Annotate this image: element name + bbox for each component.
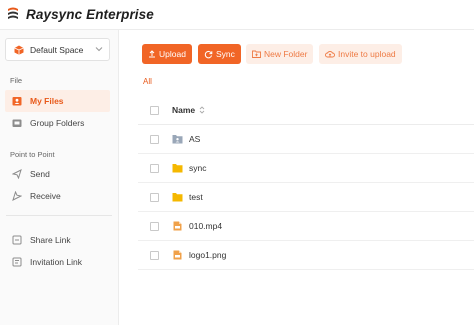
app-title: Raysync Enterprise — [26, 6, 154, 22]
cloud-upload-icon — [325, 51, 335, 58]
row-checkbox[interactable] — [150, 192, 159, 202]
table-row[interactable]: test — [138, 183, 474, 212]
file-name: sync — [189, 163, 207, 173]
row-checkbox[interactable] — [150, 163, 159, 173]
sidebar-item-label: Group Folders — [30, 118, 85, 128]
file-name: AS — [189, 134, 201, 144]
row-checkbox[interactable] — [150, 250, 159, 260]
new-folder-icon — [252, 50, 261, 58]
upload-button-label: Upload — [159, 49, 186, 59]
space-selector[interactable]: Default Space — [5, 38, 110, 61]
sidebar-item-my-files[interactable]: My Files — [5, 90, 110, 112]
file-name-cell[interactable]: 010.mp4 — [172, 221, 222, 231]
file-name-cell[interactable]: AS — [172, 134, 200, 144]
folder-icon — [172, 193, 183, 202]
section-label-file: File — [10, 76, 23, 85]
table-row[interactable]: logo1.png — [138, 241, 474, 270]
file-icon — [173, 221, 182, 231]
group-folder-icon — [12, 119, 22, 127]
sidebar-item-invitation-link[interactable]: Invitation Link — [5, 251, 110, 273]
table-row[interactable]: sync — [138, 154, 474, 183]
sync-button-label: Sync — [216, 49, 235, 59]
file-icon — [173, 250, 182, 260]
select-all-checkbox[interactable] — [150, 105, 159, 115]
file-name: 010.mp4 — [189, 221, 223, 231]
chevron-down-icon — [95, 47, 103, 52]
file-name-cell[interactable]: test — [172, 192, 203, 202]
row-checkbox[interactable] — [150, 221, 159, 231]
app-logo[interactable]: Raysync Enterprise — [6, 6, 154, 22]
invite-to-upload-button[interactable]: Invite to upload — [319, 44, 402, 64]
section-label-point-to-point: Point to Point — [10, 150, 55, 159]
upload-button[interactable]: Upload — [142, 44, 192, 64]
app-header: Raysync Enterprise — [0, 0, 474, 30]
sidebar-item-label: Invitation Link — [30, 257, 82, 267]
send-icon — [12, 169, 22, 179]
table-row[interactable]: AS — [138, 125, 474, 154]
table-row[interactable]: 010.mp4 — [138, 212, 474, 241]
sidebar-item-label: Send — [30, 169, 50, 179]
row-checkbox[interactable] — [150, 134, 159, 144]
folder-icon — [172, 164, 183, 173]
sidebar-item-group-folders[interactable]: Group Folders — [5, 112, 110, 134]
breadcrumb-all[interactable]: All — [143, 77, 152, 86]
sidebar-item-receive[interactable]: Receive — [5, 185, 110, 207]
sidebar-item-send[interactable]: Send — [5, 163, 110, 185]
table-header: Name — [138, 96, 474, 125]
upload-icon — [149, 50, 155, 58]
file-name-cell[interactable]: logo1.png — [172, 250, 226, 260]
sort-icon — [199, 106, 205, 114]
name-column-header[interactable]: Name — [172, 105, 205, 115]
sidebar-item-label: Share Link — [30, 235, 71, 245]
file-name: logo1.png — [189, 250, 227, 260]
file-name: test — [189, 192, 203, 202]
new-folder-button[interactable]: New Folder — [246, 44, 314, 64]
shared-folder-icon — [172, 135, 183, 144]
sidebar-divider — [6, 215, 112, 216]
sidebar-item-share-link[interactable]: Share Link — [5, 229, 110, 251]
name-column-label: Name — [172, 105, 196, 115]
new-folder-button-label: New Folder — [264, 49, 308, 59]
raysync-logo-icon — [8, 7, 18, 19]
space-selector-label: Default Space — [30, 44, 84, 55]
sidebar-item-label: My Files — [30, 96, 64, 106]
sidebar: Default Space File My Files Group Folder… — [0, 30, 119, 325]
sync-icon — [204, 50, 213, 58]
invite-to-upload-label: Invite to upload — [338, 49, 396, 59]
receive-icon — [12, 191, 22, 201]
cube-icon — [14, 45, 24, 55]
user-folder-icon — [12, 97, 22, 106]
share-link-icon — [12, 235, 22, 245]
invitation-link-icon — [12, 257, 22, 267]
sync-button[interactable]: Sync — [198, 44, 241, 64]
file-name-cell[interactable]: sync — [172, 163, 206, 173]
sidebar-item-label: Receive — [30, 191, 61, 201]
